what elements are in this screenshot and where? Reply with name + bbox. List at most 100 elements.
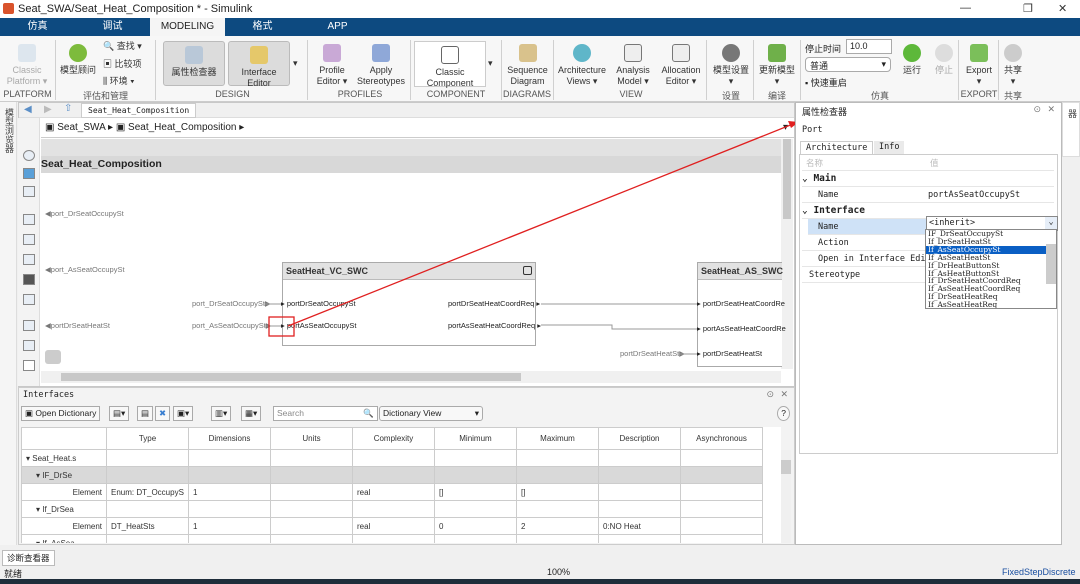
interfaces-table: Type Dimensions Units Complexity Minimum Maxi… (21, 427, 763, 543)
table-cell (516, 466, 599, 484)
table-cell (680, 449, 763, 467)
select-value: <inherit> (929, 218, 976, 228)
tab-architecture[interactable]: Architecture (800, 141, 874, 154)
open-dictionary-label: Open Dictionary (35, 408, 97, 418)
prop-value[interactable]: portAsSeatOccupySt (928, 187, 1020, 203)
column-header[interactable]: Type (106, 427, 189, 450)
table-cell (598, 449, 681, 467)
table-cell (598, 500, 681, 518)
table-cell: 1 (188, 483, 271, 501)
table-cell (106, 534, 189, 543)
grid-header: 名称 值 (802, 155, 1054, 171)
view-select[interactable]: Dictionary View ▾ (379, 406, 483, 421)
table-cell (680, 517, 763, 535)
table-cell (270, 466, 353, 484)
table-cell (106, 466, 189, 484)
table-cell (598, 534, 681, 543)
table-cell (270, 517, 353, 535)
table-cell: 2 (516, 517, 599, 535)
col-value: 值 (930, 158, 939, 168)
view-value: Dictionary View (383, 408, 442, 418)
table-cell: Enum: DT_OccupyS (106, 483, 189, 501)
prop-label: Name (818, 222, 839, 232)
table-cell: ▾ Seat_Heat.s (21, 449, 107, 467)
column-header[interactable]: Minimum (434, 427, 517, 450)
table-cell (434, 534, 517, 543)
table-cell (352, 534, 435, 543)
table-cell: 1 (188, 517, 271, 535)
table-row[interactable]: ▾ IF_DrSe (21, 466, 763, 484)
table-cell (352, 500, 435, 518)
table-cell: real (352, 483, 435, 501)
column-header[interactable] (21, 427, 107, 450)
table-scrollbar[interactable] (781, 450, 791, 543)
filter-button[interactable]: ▥▾ (211, 406, 232, 421)
table-row[interactable]: ▾ If_DrSea (21, 500, 763, 518)
column-header[interactable]: Complexity (352, 427, 435, 450)
table-cell (270, 500, 353, 518)
import-button[interactable]: ▣▾ (173, 406, 194, 421)
table-row[interactable]: Element DT_HeatSts 1 real 0 2 0:NO Heat (21, 517, 763, 535)
link-button[interactable]: ▦▾ (241, 406, 262, 421)
diagnostic-viewer-tab[interactable]: 诊断查看器 (2, 550, 55, 566)
delete-icon[interactable]: ✖ (155, 406, 171, 421)
interface-dropdown-list[interactable]: IF_DrSeatOccupySt If_DrSeatHeatSt If_AsSea… (925, 229, 1057, 309)
tab-info[interactable]: Info (874, 141, 905, 154)
search-input[interactable]: Search 🔍 (273, 406, 378, 421)
table-cell (680, 483, 763, 501)
section-main[interactable]: ⌄ Main (802, 171, 1054, 187)
open-dictionary-button[interactable]: ▣ Open Dictionary (21, 406, 101, 421)
property-inspector-strip-label: 属性检查器 (1067, 109, 1077, 118)
table-cell (680, 534, 763, 543)
table-header-row: Type Dimensions Units Complexity Minimum Maxi… (21, 427, 763, 450)
table-cell (106, 500, 189, 518)
prop-label: Stereotype (809, 270, 861, 280)
element-type: Port (802, 125, 823, 135)
dropdown-scrollbar[interactable] (1046, 244, 1056, 284)
table-cell: 0:NO Heat (598, 517, 681, 535)
dropdown-option[interactable]: If_AsSeatHeatReq (926, 301, 1056, 308)
table-cell (270, 534, 353, 543)
table-cell: Element (21, 517, 107, 535)
search-placeholder: Search (277, 408, 304, 418)
table-cell (106, 449, 189, 467)
prop-label: Name (818, 190, 839, 200)
connection-line (541, 324, 697, 330)
table-cell (434, 466, 517, 484)
table-cell: [] (516, 483, 599, 501)
column-header[interactable]: Description (598, 427, 681, 450)
panel-menu-icon[interactable]: ⊙ (1033, 104, 1041, 115)
interfaces-panel: Interfaces ⊙ ✕ ▣ Open Dictionary ▤▾ ▤ ✖ … (18, 387, 795, 545)
add-element-button[interactable]: ▤ (137, 406, 154, 421)
table-cell (680, 500, 763, 518)
table-cell (680, 466, 763, 484)
table-row[interactable]: ▾ Seat_Heat.s (21, 449, 763, 467)
table-cell (434, 500, 517, 518)
table-cell (516, 500, 599, 518)
section-label: Interface (813, 205, 865, 216)
panel-close-icon[interactable]: ✕ (780, 389, 788, 400)
help-button[interactable]: ? (777, 406, 790, 421)
table-cell: 0 (434, 517, 517, 535)
panel-menu-icon[interactable]: ⊙ (766, 389, 774, 400)
table-cell (516, 534, 599, 543)
column-header[interactable]: Asynchronous (680, 427, 763, 450)
interfaces-table-wrap: Type Dimensions Units Complexity Minimum Maxi… (21, 427, 781, 543)
column-header[interactable]: Dimensions (188, 427, 271, 450)
prop-row-name: Name portAsSeatOccupySt (802, 187, 1054, 203)
table-row[interactable]: Element Enum: DT_OccupyS 1 real[][] (21, 483, 763, 501)
table-cell (352, 466, 435, 484)
add-interface-button[interactable]: ▤▾ (109, 406, 130, 421)
table-cell (352, 449, 435, 467)
col-name: 名称 (806, 158, 824, 168)
solver-link[interactable]: FixedStepDiscrete (1002, 567, 1076, 577)
interfaces-title: Interfaces (23, 390, 75, 400)
table-cell: real (352, 517, 435, 535)
table-row[interactable]: ▾ If_AsSea (21, 534, 763, 543)
table-cell (516, 449, 599, 467)
property-inspector-strip[interactable]: 属性检查器 (1062, 102, 1080, 157)
panel-close-icon[interactable]: ✕ (1047, 104, 1055, 115)
column-header[interactable]: Units (270, 427, 353, 450)
column-header[interactable]: Maximum (516, 427, 599, 450)
table-cell: ▾ IF_DrSe (21, 466, 107, 484)
